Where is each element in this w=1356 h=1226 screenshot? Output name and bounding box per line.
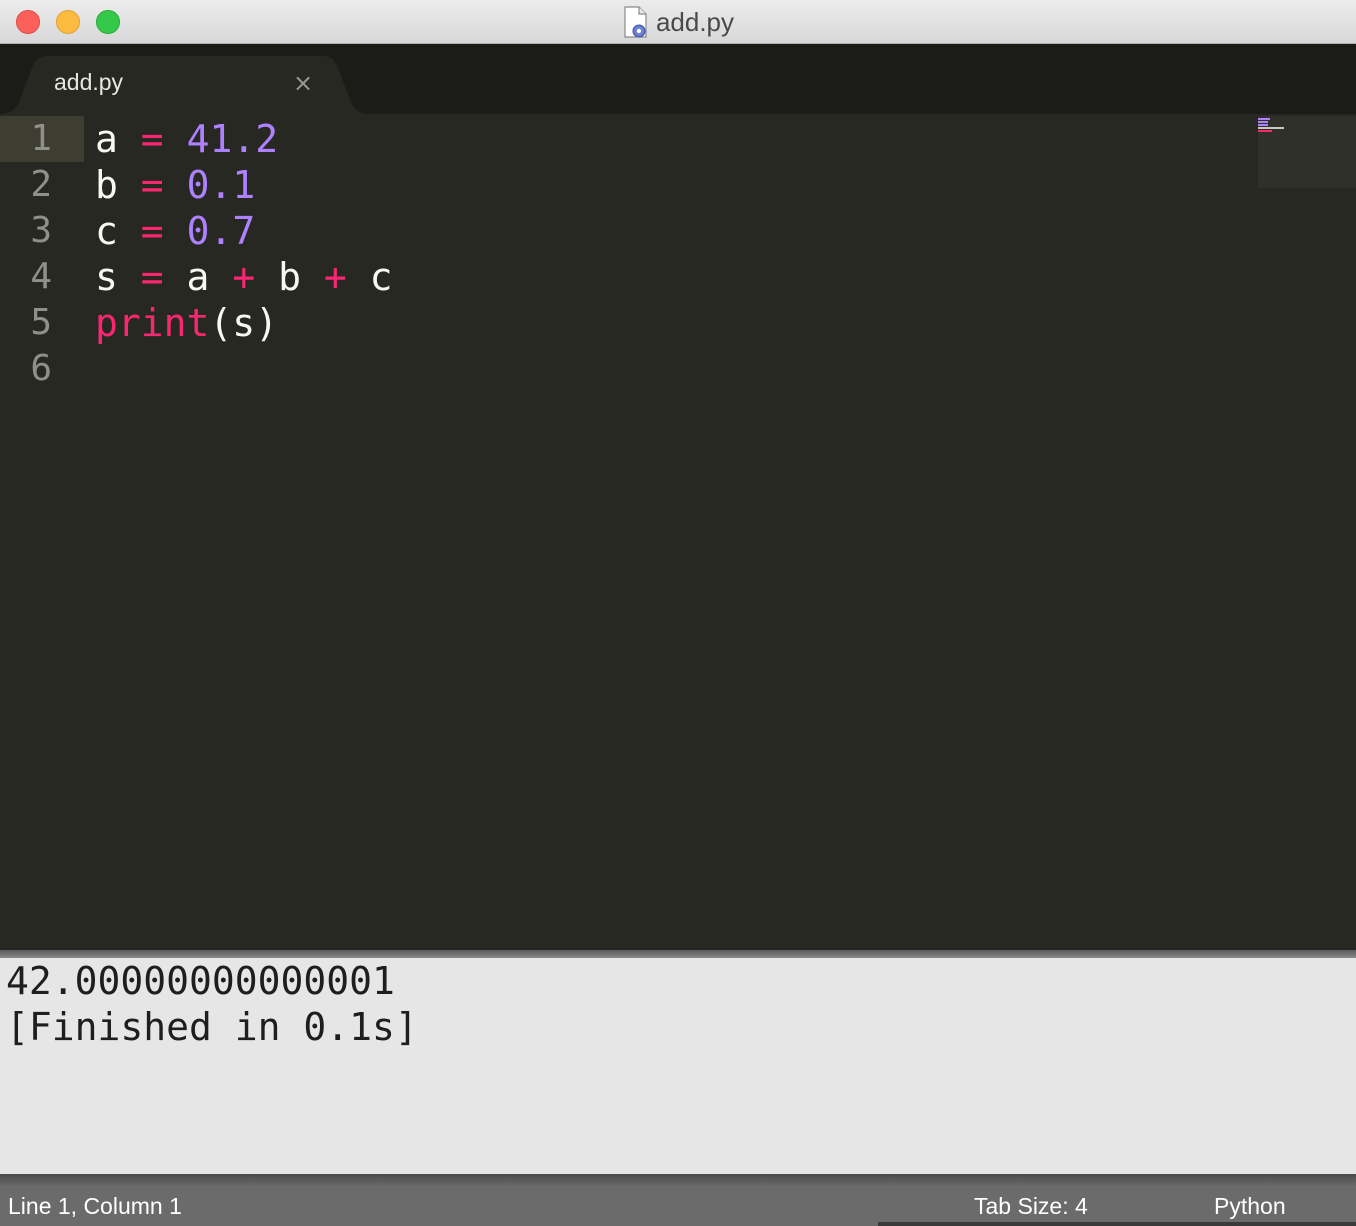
line-number: 2 — [30, 164, 52, 205]
code-token-op: + — [232, 255, 256, 299]
code-token-var: b — [255, 255, 324, 299]
tab-bar: add.py × — [0, 44, 1356, 114]
output-line: [Finished in 0.1s] — [6, 1005, 418, 1049]
code-token-func: print — [95, 301, 210, 345]
build-output-panel[interactable]: 42.00000000000001 [Finished in 0.1s] — [0, 958, 1356, 1174]
line-number: 6 — [30, 348, 52, 389]
code-token-op: = — [140, 255, 164, 299]
code-token-num: 0.7 — [186, 209, 256, 253]
code-token-punc: (s) — [209, 301, 279, 345]
code-token-var — [118, 255, 141, 299]
window-title-group: add.py — [0, 0, 1356, 44]
minimap-line — [1258, 130, 1272, 132]
code-token-var — [118, 117, 141, 161]
line-number: 3 — [30, 210, 52, 251]
tab-add-py[interactable]: add.py × — [0, 56, 370, 114]
code-token-var: a — [95, 117, 118, 161]
syntax-selector[interactable]: Python — [1214, 1190, 1286, 1222]
code-token-var: b — [95, 163, 118, 207]
code-line[interactable]: c = 0.7 — [95, 208, 255, 254]
code-token-op: + — [323, 255, 347, 299]
editor-window: add.py add.py × 1 2 3 4 5 6 a = 41.2 b =… — [0, 0, 1356, 1226]
line-number: 1 — [30, 118, 52, 159]
line-number: 4 — [30, 256, 52, 297]
minimap-line — [1258, 118, 1270, 120]
tab-label: add.py — [54, 69, 124, 95]
code-token-var — [118, 163, 141, 207]
code-token-var — [118, 209, 141, 253]
code-line[interactable]: b = 0.1 — [95, 162, 255, 208]
cursor-position: Line 1, Column 1 — [8, 1193, 182, 1219]
code-token-var: c — [346, 255, 393, 299]
tab-size-selector[interactable]: Tab Size: 4 — [974, 1190, 1088, 1222]
line-number: 5 — [30, 302, 52, 343]
code-token-var: s — [95, 255, 118, 299]
status-bar: Line 1, Column 1 Tab Size: 4 Python — [0, 1186, 1356, 1226]
code-token-op: = — [140, 163, 164, 207]
code-token-num: 41.2 — [186, 117, 279, 161]
minimap-line — [1258, 127, 1284, 129]
window-title: add.py — [655, 6, 735, 37]
code-line[interactable]: s = a + b + c — [95, 254, 393, 300]
line-number-gutter: 1 2 3 4 5 6 — [0, 114, 84, 950]
code-line[interactable]: print(s) — [95, 300, 278, 346]
minimap-line — [1258, 121, 1268, 123]
output-line: 42.00000000000001 — [6, 959, 395, 1003]
code-token-var: c — [95, 209, 118, 253]
python-file-icon — [624, 6, 647, 38]
code-token-num: 0.1 — [186, 163, 256, 207]
code-line[interactable]: a = 41.2 — [95, 116, 278, 162]
title-bar[interactable]: add.py — [0, 0, 1356, 44]
code-token-var — [164, 209, 187, 253]
statusbar-border — [0, 1174, 1356, 1186]
minimap-line — [1258, 124, 1268, 126]
code-token-op: = — [140, 117, 164, 161]
statusbar-edge — [878, 1222, 1356, 1226]
code-token-op: = — [140, 209, 164, 253]
close-icon[interactable]: × — [290, 70, 316, 96]
code-editor[interactable]: 1 2 3 4 5 6 a = 41.2 b = 0.1 c = 0.7 s =… — [0, 114, 1356, 950]
code-token-var — [164, 163, 187, 207]
minimap[interactable] — [1258, 116, 1356, 188]
panel-splitter[interactable] — [0, 950, 1356, 958]
code-token-var: a — [163, 255, 233, 299]
code-token-var — [164, 117, 187, 161]
